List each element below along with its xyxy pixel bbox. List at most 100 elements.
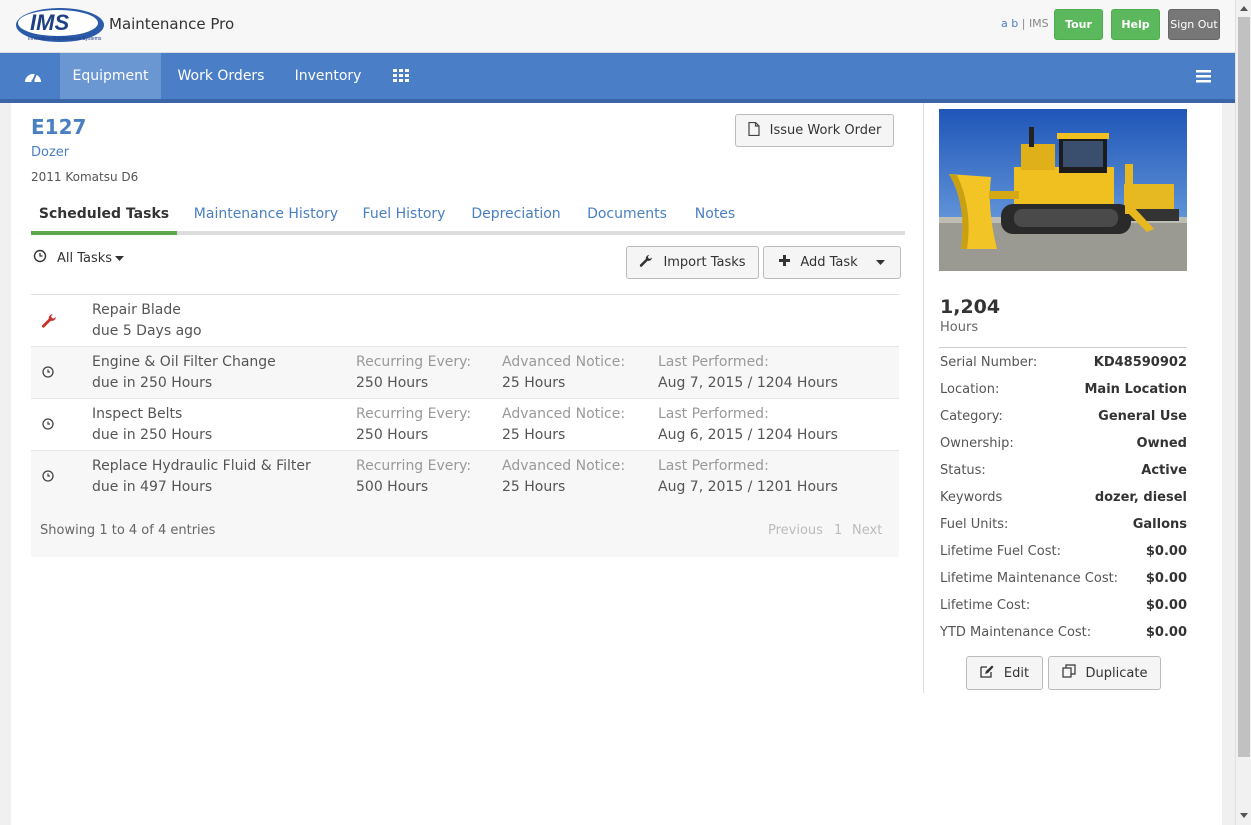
property-key: Status: (940, 463, 986, 478)
task-name[interactable]: Replace Hydraulic Fluid & Filter (92, 458, 311, 474)
recurring-label: Recurring Every: (356, 354, 472, 370)
notice-label: Advanced Notice: (502, 406, 626, 422)
tab-scheduled-tasks[interactable]: Scheduled Tasks (31, 197, 177, 231)
pagination-previous[interactable]: Previous (768, 523, 823, 538)
table-row[interactable]: Inspect Belts due in 250 Hours Recurring… (31, 399, 899, 451)
nav-work-orders[interactable]: Work Orders (168, 53, 274, 99)
last-performed-value: Aug 7, 2015 / 1204 Hours (658, 375, 838, 391)
svg-text:IMS: IMS (30, 10, 69, 35)
table-row[interactable]: Replace Hydraulic Fluid & Filter due in … (31, 451, 899, 503)
property-key: Keywords (940, 490, 1003, 505)
property-status: Status: Active (940, 463, 1187, 483)
property-value: Active (1141, 463, 1187, 478)
property-value: $0.00 (1145, 571, 1187, 586)
property-key: Ownership: (940, 436, 1014, 451)
last-performed-value: Aug 6, 2015 / 1204 Hours (658, 427, 838, 443)
task-name[interactable]: Inspect Belts (92, 406, 182, 422)
clock-icon (41, 365, 57, 381)
property-value: dozer, diesel (1094, 490, 1187, 505)
table-row[interactable]: Repair Blade due 5 Days ago (31, 295, 899, 347)
property-key: Location: (940, 382, 1000, 397)
property-value: $0.00 (1145, 544, 1187, 559)
edit-button[interactable]: Edit (966, 656, 1043, 690)
sidebar-divider (923, 103, 924, 693)
duplicate-button[interactable]: Duplicate (1048, 656, 1161, 690)
main-nav: Equipment Work Orders Inventory (0, 53, 1235, 103)
svg-text:Innovative Maintenance Systems: Innovative Maintenance Systems (28, 36, 102, 42)
equipment-photo[interactable] (939, 109, 1187, 271)
user-company: IMS (1028, 17, 1049, 30)
property-ytd-maintenance-cost: YTD Maintenance Cost: $0.00 (940, 625, 1187, 645)
table-footer: Showing 1 to 4 of 4 entries Previous 1 N… (31, 503, 899, 557)
task-due: due in 497 Hours (92, 479, 213, 495)
pagination-next[interactable]: Next (852, 523, 882, 538)
equipment-id: E127 (31, 115, 87, 139)
equipment-type-link[interactable]: Dozer (31, 145, 69, 160)
tour-button[interactable]: Tour (1054, 9, 1103, 40)
notice-label: Advanced Notice: (502, 354, 626, 370)
recurring-label: Recurring Every: (356, 458, 472, 474)
property-value: KD48590902 (1093, 355, 1187, 370)
nav-equipment[interactable]: Equipment (60, 53, 161, 99)
issue-work-order-button[interactable]: Issue Work Order (735, 114, 894, 147)
add-task-button[interactable]: Add Task (763, 246, 901, 279)
tab-documents[interactable]: Documents (580, 197, 674, 231)
help-button[interactable]: Help (1111, 9, 1160, 40)
tab-maintenance-history[interactable]: Maintenance History (187, 197, 345, 231)
copy-icon (1061, 664, 1076, 682)
property-key: YTD Maintenance Cost: (940, 625, 1092, 640)
task-due: due 5 Days ago (92, 323, 202, 339)
tab-fuel-history[interactable]: Fuel History (354, 197, 454, 231)
notice-value: 25 Hours (502, 427, 566, 443)
sign-out-button[interactable]: Sign Out (1168, 9, 1220, 40)
task-filter-label: All Tasks (57, 250, 113, 266)
edit-icon (980, 665, 994, 682)
last-performed-label: Last Performed: (658, 354, 769, 370)
property-key: Lifetime Fuel Cost: (940, 544, 1061, 559)
scrollbar-thumb[interactable] (1238, 17, 1250, 757)
dashboard-icon[interactable] (20, 53, 46, 99)
property-lifetime-cost: Lifetime Cost: $0.00 (940, 598, 1187, 618)
document-icon (748, 121, 760, 140)
property-value: General Use (1098, 409, 1187, 424)
scroll-up-icon[interactable] (1236, 0, 1251, 16)
property-location: Location: Main Location (940, 382, 1187, 402)
notice-value: 25 Hours (502, 375, 566, 391)
user-name-link[interactable]: a b (1001, 17, 1018, 30)
property-fuel-units: Fuel Units: Gallons (940, 517, 1187, 537)
active-tab-indicator (31, 231, 177, 235)
pagination-page[interactable]: 1 (834, 523, 842, 538)
property-value: $0.00 (1145, 598, 1187, 613)
equipment-tabs: Scheduled Tasks Maintenance History Fuel… (31, 197, 905, 235)
notice-value: 25 Hours (502, 479, 566, 495)
nav-inventory[interactable]: Inventory (285, 53, 371, 99)
recurring-value: 500 Hours (356, 479, 429, 495)
task-name[interactable]: Engine & Oil Filter Change (92, 354, 276, 370)
top-bar: IMS Innovative Maintenance Systems Maint… (0, 0, 1235, 53)
tab-notes[interactable]: Notes (685, 197, 745, 231)
ims-logo[interactable]: IMS Innovative Maintenance Systems (14, 4, 106, 46)
task-due: due in 250 Hours (92, 375, 213, 391)
property-key: Fuel Units: (940, 517, 1009, 532)
scroll-down-icon[interactable] (1236, 807, 1251, 823)
task-due: due in 250 Hours (92, 427, 213, 443)
task-name[interactable]: Repair Blade (92, 302, 181, 318)
tab-depreciation[interactable]: Depreciation (464, 197, 568, 231)
caret-down-icon[interactable] (875, 255, 885, 270)
recurring-value: 250 Hours (356, 427, 429, 443)
import-tasks-button[interactable]: Import Tasks (626, 246, 759, 279)
hamburger-menu-icon[interactable] (1190, 53, 1216, 99)
property-key: Lifetime Maintenance Cost: (940, 571, 1119, 586)
caret-down-icon (115, 251, 125, 266)
property-lifetime-fuel-cost: Lifetime Fuel Cost: $0.00 (940, 544, 1187, 564)
property-value: Main Location (1084, 382, 1188, 397)
apps-grid-icon[interactable] (388, 53, 414, 99)
property-value: Gallons (1132, 517, 1187, 532)
table-row[interactable]: Engine & Oil Filter Change due in 250 Ho… (31, 347, 899, 399)
property-keywords: Keywords dozer, diesel (940, 490, 1187, 510)
last-performed-label: Last Performed: (658, 406, 769, 422)
clock-icon (33, 249, 47, 267)
task-filter-dropdown[interactable]: All Tasks (33, 249, 125, 267)
property-key: Lifetime Cost: (940, 598, 1031, 613)
vertical-scrollbar[interactable] (1235, 0, 1251, 825)
